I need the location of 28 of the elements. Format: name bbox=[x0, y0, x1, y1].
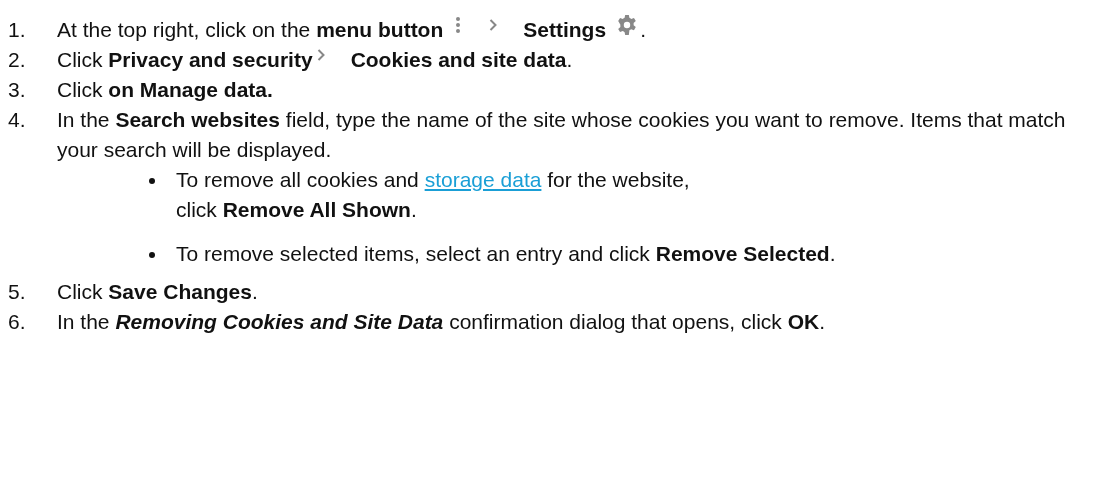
bullet-icon bbox=[149, 252, 155, 258]
instruction-text: Settings bbox=[523, 18, 607, 41]
instruction-text: Click on Manage data. bbox=[57, 78, 273, 101]
instruction-text: . bbox=[640, 18, 646, 41]
storage-data-link[interactable]: storage data bbox=[424, 168, 542, 191]
step-number: 4. bbox=[8, 107, 27, 133]
instruction-text: click Remove All Shown. bbox=[176, 198, 417, 221]
instruction-text: To remove selected items, select an entry and click Remove Selected. bbox=[176, 242, 836, 265]
instruction-text: To remove all cookies and bbox=[176, 168, 420, 191]
instruction-text: Click Save Changes. bbox=[57, 280, 258, 303]
instruction-text: for the website, bbox=[546, 168, 690, 191]
dialog-name-text: Removing Cookies and Site Data bbox=[115, 310, 444, 333]
step-number: 6. bbox=[8, 309, 27, 335]
instruction-text: Click Privacy and security bbox=[57, 48, 313, 71]
instruction-text: Cookies and site data. bbox=[350, 48, 573, 71]
instruction-text: In the bbox=[57, 310, 111, 333]
chevron-icon bbox=[489, 19, 498, 32]
step-number: 1. bbox=[8, 17, 27, 43]
instruction-text: confirmation dialog that opens, click OK. bbox=[448, 310, 825, 333]
bullet-icon bbox=[149, 178, 155, 184]
step-number: 3. bbox=[8, 77, 27, 103]
instruction-text: At the top right, click on the menu button bbox=[57, 18, 444, 41]
instruction-text: In the Search websites field, type the name of the site whose cookies you want to remove. Items that match your search will be displayed. bbox=[57, 108, 1066, 161]
step-number: 5. bbox=[8, 279, 27, 305]
menu-icon bbox=[455, 16, 462, 35]
chevron-icon bbox=[316, 49, 325, 62]
settings-icon bbox=[616, 14, 639, 37]
step-number: 2. bbox=[8, 47, 27, 73]
